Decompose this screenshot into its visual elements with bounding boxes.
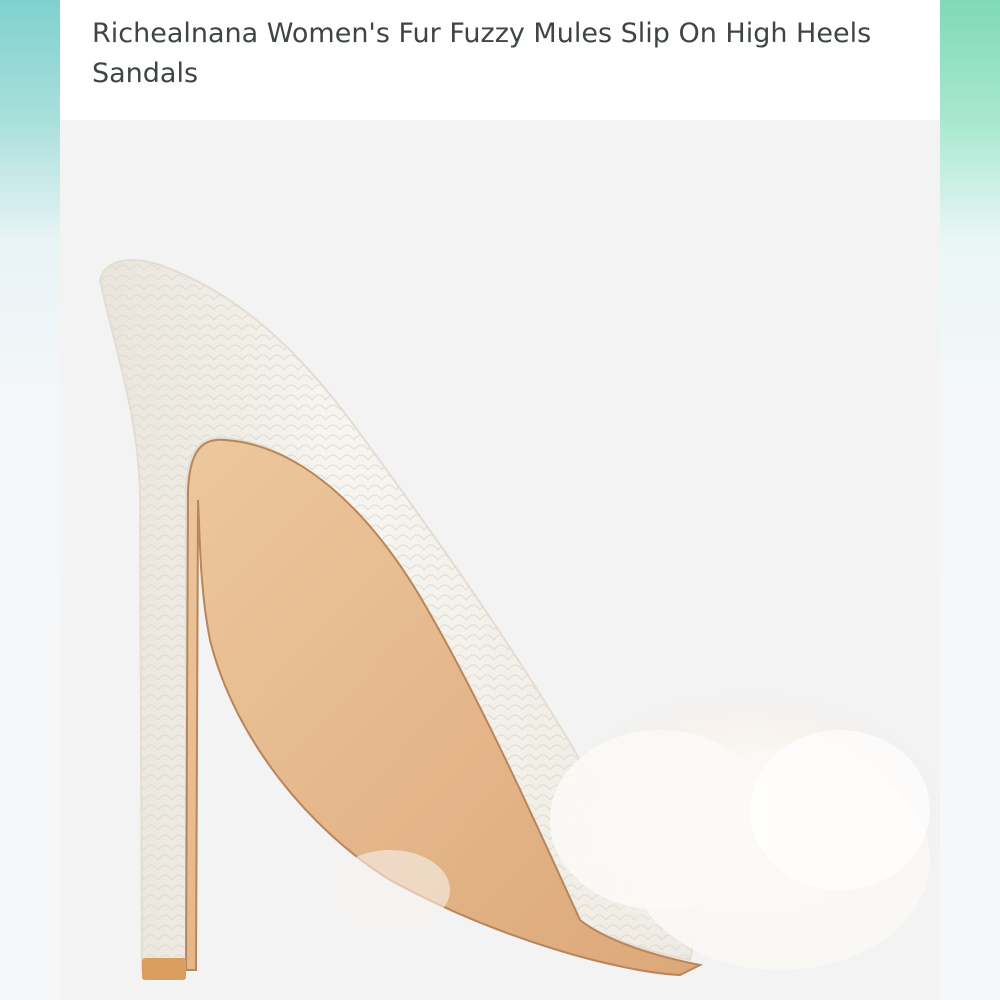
background-left-gradient	[0, 0, 60, 1000]
heel-tip	[142, 958, 186, 980]
background-right-gradient	[940, 0, 1000, 1000]
product-card: Richealnana Women's Fur Fuzzy Mules Slip…	[60, 0, 940, 1000]
shoe-illustration	[98, 259, 940, 980]
product-title[interactable]: Richealnana Women's Fur Fuzzy Mules Slip…	[92, 14, 872, 94]
product-image[interactable]	[60, 120, 940, 1000]
title-bar: Richealnana Women's Fur Fuzzy Mules Slip…	[60, 0, 940, 120]
